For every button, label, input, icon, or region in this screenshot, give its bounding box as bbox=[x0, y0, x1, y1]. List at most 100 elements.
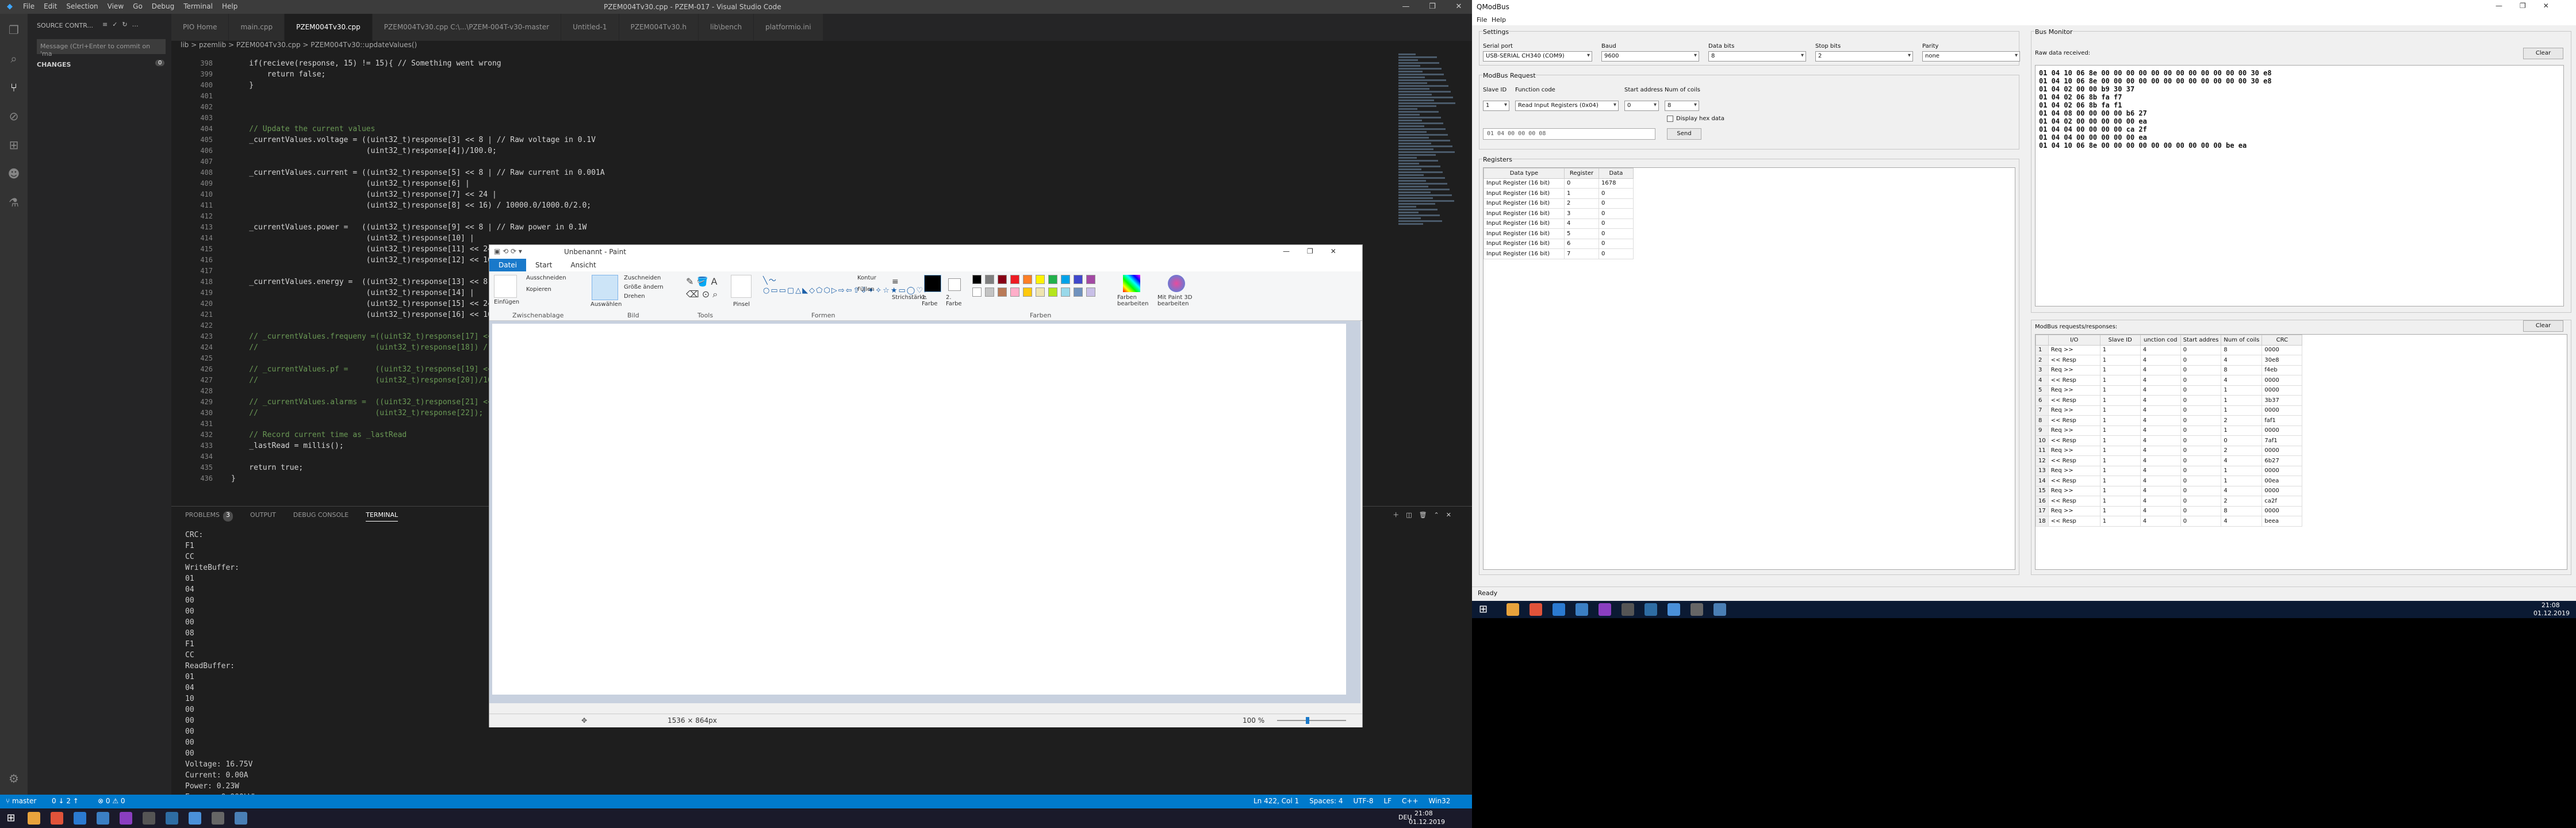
slave-id-spinbox[interactable]: 1 bbox=[1483, 101, 1509, 111]
editor-tab[interactable]: PZEM004Tv30.cpp C:\...\PZEM-004T-v30-mas… bbox=[372, 14, 562, 41]
fill-dropdown[interactable]: Füllen bbox=[857, 286, 875, 293]
status-item[interactable]: C++ bbox=[1402, 797, 1419, 805]
git-sync[interactable]: 0 ↓ 2 ↑ bbox=[52, 797, 79, 805]
table-row[interactable]: 13 Req >> 1 4 0 1 0000 bbox=[2035, 465, 2303, 476]
menu-help[interactable]: Help bbox=[1492, 16, 1506, 24]
breadcrumb[interactable]: lib > pzemlib > PZEM004Tv30.cpp > PZEM00… bbox=[171, 41, 1472, 52]
panel-tab-output[interactable]: OUTPUT bbox=[250, 511, 276, 522]
size-label[interactable]: Strichstärke bbox=[892, 294, 926, 301]
num-coils-spinbox[interactable]: 8 bbox=[1665, 101, 1699, 111]
vscode-taskbar-icon-2[interactable] bbox=[1552, 603, 1565, 616]
table-row[interactable]: 10 << Resp 1 4 0 0 7af1 bbox=[2035, 435, 2303, 446]
explorer-icon[interactable]: ❐ bbox=[7, 23, 21, 37]
editor-tab[interactable]: PZEM004Tv30.cpp bbox=[285, 14, 373, 41]
table-cell[interactable]: 1678 bbox=[1598, 178, 1634, 189]
crop-button[interactable]: Zuschneiden bbox=[624, 275, 661, 281]
editor-tab[interactable]: main.cpp bbox=[229, 14, 285, 41]
palette-swatch[interactable] bbox=[985, 275, 994, 284]
table-cell[interactable]: 0 bbox=[1598, 188, 1634, 199]
requests-column-header[interactable]: Slave ID bbox=[2099, 335, 2141, 346]
brushes-icon[interactable] bbox=[731, 275, 752, 298]
table-row[interactable]: 2 << Resp 1 4 0 4 30e8 bbox=[2035, 355, 2303, 366]
menu-item-edit[interactable]: Edit bbox=[44, 2, 57, 10]
brushes-label[interactable]: Pinsel bbox=[733, 301, 750, 308]
select-label[interactable]: Auswählen bbox=[591, 301, 622, 308]
table-row[interactable]: 3 Req >> 1 4 0 8 f4eb bbox=[2035, 365, 2303, 375]
terminal-output[interactable]: CRC: F1 CC WriteBuffer: 01 04 00 00 00 08 F1 CC Read… bbox=[185, 530, 257, 803]
table-cell[interactable]: 0 bbox=[1598, 228, 1634, 239]
paste-icon[interactable] bbox=[494, 275, 517, 298]
table-row[interactable]: 18 << Resp 1 4 0 4 beea bbox=[2035, 516, 2303, 527]
menu-item-go[interactable]: Go bbox=[133, 2, 143, 10]
shapes-gallery-icon[interactable]: ╲〜○▭▭▢△◣◇⬠⬡▷⇨⇦⇧⇩✦✧☆★▭◯♡⚡ bbox=[763, 276, 929, 296]
outline-dropdown[interactable]: Kontur bbox=[857, 275, 876, 281]
raw-data-box[interactable]: 01 04 10 06 8e 00 00 00 00 00 00 00 00 0… bbox=[2035, 65, 2564, 306]
close-icon[interactable]: ✕ bbox=[1446, 0, 1472, 14]
clear-requests-button[interactable]: Clear bbox=[2523, 320, 2563, 332]
calculator-taskbar-icon-2[interactable] bbox=[1690, 603, 1703, 616]
windows-start-icon[interactable]: ⊞ bbox=[5, 812, 17, 825]
palette-swatch[interactable] bbox=[1086, 275, 1095, 284]
editor-tab[interactable]: PIO Home bbox=[171, 14, 229, 41]
raw-request-field[interactable]: 01 04 00 00 00 08 bbox=[1483, 128, 1655, 140]
table-cell[interactable]: 0 bbox=[1598, 248, 1634, 259]
scm-actions-icon[interactable]: ≡✓↻… bbox=[102, 21, 143, 28]
editor-tab[interactable]: PZEM004Tv30.h bbox=[619, 14, 699, 41]
terminal-taskbar-icon[interactable] bbox=[143, 812, 155, 825]
menu-item-help[interactable]: Help bbox=[222, 2, 237, 10]
taskbar-time-2[interactable]: 21:08 bbox=[2542, 601, 2560, 609]
qmodbus-window-controls-icon[interactable]: —❐✕ bbox=[2496, 2, 2566, 10]
app-taskbar-icon[interactable] bbox=[120, 812, 132, 825]
table-cell[interactable]: 0 bbox=[1598, 208, 1634, 219]
panel-tab-problems[interactable]: PROBLEMS bbox=[185, 511, 220, 522]
panel-tab-terminal[interactable]: TERMINAL bbox=[366, 511, 398, 522]
table-row[interactable]: 1 Req >> 1 4 0 8 0000 bbox=[2035, 344, 2303, 355]
testing-icon[interactable]: ⚗ bbox=[7, 195, 21, 209]
code-line[interactable] bbox=[231, 156, 605, 167]
code-line[interactable]: if(recieve(response, 15) != 15){ // Some… bbox=[231, 58, 605, 69]
code-line[interactable]: _currentValues.power = ((uint32_t)respon… bbox=[231, 222, 605, 233]
table-row[interactable]: 9 Req >> 1 4 0 1 0000 bbox=[2035, 425, 2303, 436]
taskbar-date-2[interactable]: 01.12.2019 bbox=[2533, 610, 2570, 617]
table-row[interactable]: 15 Req >> 1 4 0 4 0000 bbox=[2035, 485, 2303, 496]
palette-swatch[interactable] bbox=[1086, 288, 1095, 297]
paint3d-label[interactable]: Mit Paint 3D bearbeiten bbox=[1157, 294, 1198, 307]
table-row[interactable]: 4 << Resp 1 4 0 4 0000 bbox=[2035, 375, 2303, 386]
paint3d-icon[interactable] bbox=[1168, 275, 1185, 292]
settings-taskbar-icon-2[interactable] bbox=[1575, 603, 1588, 616]
serial-port-select[interactable]: USB-SERIAL CH340 (COM9) bbox=[1483, 51, 1592, 62]
palette-swatch[interactable] bbox=[998, 288, 1007, 297]
code-line[interactable]: (uint32_t)response[10] | bbox=[231, 233, 605, 244]
search-icon[interactable]: ⌕ bbox=[7, 52, 21, 66]
paint-taskbar-icon-2[interactable] bbox=[1667, 603, 1680, 616]
palette-swatch[interactable] bbox=[1036, 275, 1045, 284]
color1-label[interactable]: 1. Farbe bbox=[922, 294, 945, 307]
table-row[interactable]: Input Register (16 bit) 2 0 bbox=[1483, 198, 1634, 209]
extensions-icon[interactable]: ⊞ bbox=[7, 138, 21, 152]
status-item[interactable]: Win32 bbox=[1429, 797, 1451, 805]
palette-swatch[interactable] bbox=[1023, 275, 1032, 284]
status-item[interactable]: Spaces: 4 bbox=[1309, 797, 1343, 805]
zoom-slider-thumb[interactable] bbox=[1306, 717, 1309, 724]
color2-swatch[interactable] bbox=[948, 278, 961, 291]
settings-gear-icon[interactable]: ⚙ bbox=[7, 772, 21, 785]
menu-item-view[interactable]: View bbox=[108, 2, 124, 10]
code-line[interactable]: (uint32_t)response[8] << 16) / 10000.0/1… bbox=[231, 200, 605, 211]
cut-button[interactable]: Ausschneiden bbox=[526, 275, 566, 281]
table-row[interactable]: Input Register (16 bit) 0 1678 bbox=[1483, 178, 1634, 189]
palette-swatch[interactable] bbox=[1048, 288, 1057, 297]
menu-item-file[interactable]: File bbox=[23, 2, 34, 10]
commit-message-input[interactable]: Message (Ctrl+Enter to commit on 'ma bbox=[37, 39, 166, 57]
platformio-icon[interactable]: ☻ bbox=[7, 167, 21, 181]
quick-access-icon[interactable]: ▣ ⟲ ⟳ ▾ bbox=[494, 247, 522, 255]
hex-checkbox[interactable] bbox=[1667, 116, 1673, 122]
stopbits-select[interactable]: 2 bbox=[1815, 51, 1913, 62]
table-row[interactable]: 11 Req >> 1 4 0 2 0000 bbox=[2035, 445, 2303, 456]
explorer-taskbar-icon-2[interactable] bbox=[1506, 603, 1519, 616]
rotate-button[interactable]: Drehen bbox=[624, 293, 645, 300]
palette-swatch[interactable] bbox=[998, 275, 1007, 284]
table-row[interactable]: 14 << Resp 1 4 0 1 00ea bbox=[2035, 476, 2303, 486]
explorer-taskbar-icon[interactable] bbox=[28, 812, 40, 825]
palette-swatch[interactable] bbox=[1010, 288, 1019, 297]
firefox-taskbar-icon-2[interactable] bbox=[1529, 603, 1542, 616]
